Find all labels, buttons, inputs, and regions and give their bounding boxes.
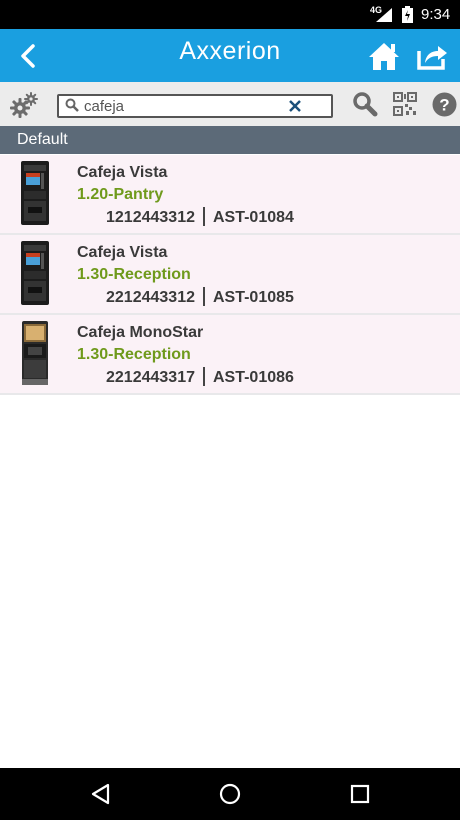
- qr-code-icon[interactable]: [393, 92, 417, 116]
- signal-icon: [376, 8, 392, 22]
- item-identifiers: 1212443312 AST-01084: [106, 207, 294, 227]
- system-navigation-bar: [0, 768, 460, 820]
- item-identifiers: 2212443312 AST-01085: [106, 287, 294, 307]
- status-time: 9:34: [421, 6, 451, 23]
- group-header: Default: [0, 126, 460, 154]
- item-identifiers: 2212443317 AST-01086: [106, 367, 294, 387]
- item-location: 1.30-Reception: [77, 266, 191, 283]
- item-location: 1.30-Reception: [77, 346, 191, 363]
- svg-text:?: ?: [439, 96, 449, 115]
- item-location: 1.20-Pantry: [77, 186, 164, 203]
- search-field[interactable]: [57, 94, 333, 118]
- clear-search-icon[interactable]: [289, 100, 301, 112]
- nav-recents-icon[interactable]: [348, 782, 372, 806]
- item-asset-code: AST-01085: [212, 289, 294, 306]
- search-input[interactable]: [84, 96, 284, 116]
- item-serial: 1212443312: [106, 209, 195, 226]
- results-list: Cafeja Vista 1.20-Pantry 1212443312 AST-0…: [0, 155, 460, 395]
- separator: [202, 207, 205, 226]
- coffee-machine-thumbnail: [21, 241, 49, 305]
- list-item[interactable]: Cafeja Vista 1.30-Reception 2212443312 AS…: [0, 235, 460, 315]
- list-item[interactable]: Cafeja MonoStar 1.30-Reception 221244331…: [0, 315, 460, 395]
- item-asset-code: AST-01086: [212, 369, 294, 386]
- separator: [202, 367, 205, 386]
- settings-gears-icon[interactable]: [10, 92, 38, 118]
- item-name: Cafeja MonoStar: [77, 324, 204, 341]
- nav-home-icon[interactable]: [218, 782, 242, 806]
- item-serial: 2212443312: [106, 289, 195, 306]
- status-bar: 4G 9:34: [0, 0, 460, 29]
- home-icon[interactable]: [368, 41, 400, 71]
- coffee-machine-thumbnail: [22, 321, 48, 385]
- nav-back-icon[interactable]: [89, 782, 113, 806]
- share-icon[interactable]: [416, 41, 448, 71]
- item-name: Cafeja Vista: [77, 164, 168, 181]
- coffee-machine-thumbnail: [21, 161, 49, 225]
- app-bar: Axxerion: [0, 29, 460, 82]
- separator: [202, 287, 205, 306]
- search-field-magnifier-icon: [65, 98, 79, 112]
- battery-icon: [402, 6, 413, 23]
- help-icon[interactable]: ?: [432, 92, 457, 117]
- search-icon[interactable]: [352, 91, 378, 117]
- item-serial: 2212443317: [106, 369, 195, 386]
- item-name: Cafeja Vista: [77, 244, 168, 261]
- item-asset-code: AST-01084: [212, 209, 294, 226]
- list-item[interactable]: Cafeja Vista 1.20-Pantry 1212443312 AST-0…: [0, 155, 460, 235]
